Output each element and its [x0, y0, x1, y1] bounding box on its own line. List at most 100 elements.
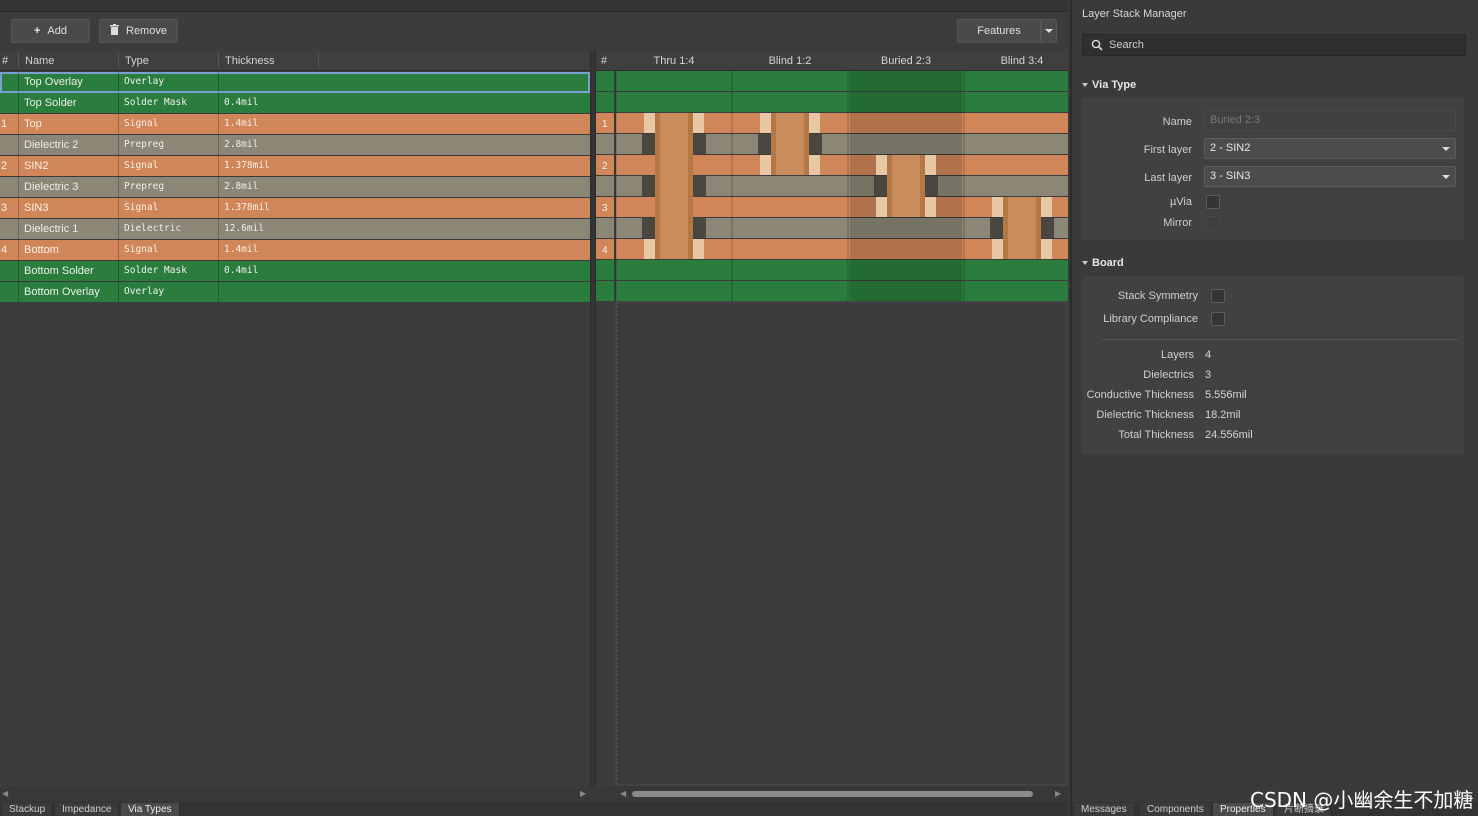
cell-thickness[interactable]: 0.4mil [218, 261, 590, 281]
stat-label: Dielectric Thickness [1096, 409, 1194, 421]
cell-thickness[interactable]: 0.4mil [218, 93, 590, 113]
last-layer-select[interactable]: 3 - SIN3 [1204, 166, 1456, 187]
table-row[interactable]: Dielectric 1 Dielectric 12.6mil [0, 219, 590, 240]
via-column-blind-1-2[interactable]: Blind 1:2 [732, 55, 848, 67]
table-row[interactable]: 2 SIN2 Signal 1.378mil [0, 156, 590, 177]
scroll-right-icon[interactable]: ▶ [580, 789, 586, 798]
library-compliance-checkbox[interactable] [1211, 312, 1225, 326]
remove-button[interactable]: Remove [99, 19, 178, 43]
cell-name[interactable]: Top Overlay [18, 72, 118, 92]
table-row[interactable]: Dielectric 3 Prepreg 2.8mil [0, 177, 590, 198]
tab-impedance[interactable]: Impedance [55, 803, 120, 816]
first-layer-select[interactable]: 2 - SIN2 [1204, 138, 1456, 159]
cell-type[interactable]: Signal [118, 156, 218, 176]
horizontal-scrollbar[interactable]: ◀ ▶ ◀ ▶ [0, 786, 1068, 802]
cell-type[interactable]: Prepreg [118, 177, 218, 197]
search-input[interactable] [1109, 37, 1459, 53]
cell-thickness[interactable] [218, 282, 590, 302]
cell-name[interactable]: Top Solder [18, 93, 118, 113]
via-column-thru-1-4[interactable]: Thru 1:4 [616, 55, 732, 67]
cell-type[interactable]: Dielectric [118, 219, 218, 239]
cell-name[interactable]: Dielectric 2 [18, 135, 118, 155]
features-button[interactable]: Features [957, 19, 1041, 43]
search-field[interactable] [1082, 34, 1466, 56]
via-column-buried-2-3[interactable]: Buried 2:3 [848, 55, 964, 67]
table-row[interactable]: 3 SIN3 Signal 1.378mil [0, 198, 590, 219]
layer-band [616, 260, 1068, 280]
tab-stackup[interactable]: Stackup [2, 803, 54, 816]
cell-thickness[interactable]: 1.4mil [218, 114, 590, 134]
cell-name[interactable]: Bottom Solder [18, 261, 118, 281]
cell-num[interactable]: 1 [1, 114, 18, 134]
table-row[interactable]: Top Overlay Overlay [0, 72, 590, 93]
cell-thickness[interactable]: 1.378mil [218, 156, 590, 176]
cell-name[interactable]: Bottom Overlay [18, 282, 118, 302]
chevron-down-icon [1442, 147, 1450, 151]
cell-num[interactable] [1, 177, 18, 197]
cell-num[interactable]: 2 [1, 156, 18, 176]
scroll-left-icon[interactable]: ◀ [2, 789, 8, 798]
cell-type[interactable]: Overlay [118, 72, 218, 92]
scrollbar-thumb[interactable] [632, 791, 1033, 797]
cell-name[interactable]: SIN3 [18, 198, 118, 218]
cell-type[interactable]: Solder Mask [118, 93, 218, 113]
cell-thickness[interactable]: 1.378mil [218, 198, 590, 218]
cell-thickness[interactable]: 2.8mil [218, 135, 590, 155]
cell-num[interactable] [1, 72, 18, 92]
toolbar: + Add Remove Features [0, 12, 1068, 50]
table-row[interactable]: Bottom Solder Solder Mask 0.4mil [0, 261, 590, 282]
column-header-number[interactable]: # [2, 55, 8, 67]
mirror-checkbox[interactable] [1206, 216, 1220, 230]
cell-name[interactable]: Dielectric 3 [18, 177, 118, 197]
cell-name[interactable]: Dielectric 1 [18, 219, 118, 239]
cell-num[interactable]: 4 [1, 240, 18, 260]
cell-type[interactable]: Overlay [118, 282, 218, 302]
cell-type[interactable]: Signal [118, 198, 218, 218]
board-section-header[interactable]: Board [1082, 257, 1124, 269]
cell-name[interactable]: Bottom [18, 240, 118, 260]
table-row[interactable]: 1 Top Signal 1.4mil [0, 114, 590, 135]
add-button[interactable]: + Add [11, 19, 90, 43]
uvia-checkbox[interactable] [1206, 195, 1220, 209]
stat-label: Conductive Thickness [1086, 389, 1194, 401]
cell-thickness[interactable]: 2.8mil [218, 177, 590, 197]
cell-type[interactable]: Prepreg [118, 135, 218, 155]
cell-type[interactable]: Signal [118, 114, 218, 134]
via-type-section-header[interactable]: Via Type [1082, 79, 1136, 91]
trash-icon [110, 24, 119, 38]
tab-messages[interactable]: Messages [1074, 803, 1135, 816]
column-header-thickness[interactable]: Thickness [225, 55, 275, 67]
cell-num[interactable] [1, 261, 18, 281]
column-header-type[interactable]: Type [125, 55, 149, 67]
cell-num[interactable] [1, 219, 18, 239]
cell-thickness[interactable]: 1.4mil [218, 240, 590, 260]
tab-via-types[interactable]: Via Types [121, 803, 180, 816]
cell-num[interactable]: 3 [1, 198, 18, 218]
via-column-blind-3-4[interactable]: Blind 3:4 [964, 55, 1080, 67]
table-row[interactable]: Dielectric 2 Prepreg 2.8mil [0, 135, 590, 156]
table-row[interactable]: Top Solder Solder Mask 0.4mil [0, 93, 590, 114]
cell-name[interactable]: SIN2 [18, 156, 118, 176]
table-row[interactable]: Bottom Overlay Overlay [0, 282, 590, 303]
features-dropdown-button[interactable] [1041, 19, 1057, 43]
cell-type[interactable]: Signal [118, 240, 218, 260]
remove-button-label: Remove [126, 25, 167, 37]
cell-num[interactable] [1, 282, 18, 302]
scroll-right-icon[interactable]: ▶ [1055, 789, 1061, 798]
layer-number-cell [596, 92, 614, 112]
cell-name[interactable]: Top [18, 114, 118, 134]
via-name-field[interactable]: Buried 2:3 [1204, 110, 1456, 131]
cell-thickness[interactable] [218, 72, 590, 92]
scroll-left-icon[interactable]: ◀ [620, 789, 626, 798]
first-layer-label: First layer [1143, 144, 1192, 156]
cell-type[interactable]: Solder Mask [118, 261, 218, 281]
table-row[interactable]: 4 Bottom Signal 1.4mil [0, 240, 590, 261]
stack-symmetry-checkbox[interactable] [1211, 289, 1225, 303]
layer-band [616, 71, 1068, 91]
tab-components[interactable]: Components [1140, 803, 1212, 816]
stack-editor: + Add Remove Features # Name Type Thickn… [0, 0, 1068, 816]
column-header-name[interactable]: Name [25, 55, 54, 67]
cell-num[interactable] [1, 135, 18, 155]
cell-thickness[interactable]: 12.6mil [218, 219, 590, 239]
cell-num[interactable] [1, 93, 18, 113]
